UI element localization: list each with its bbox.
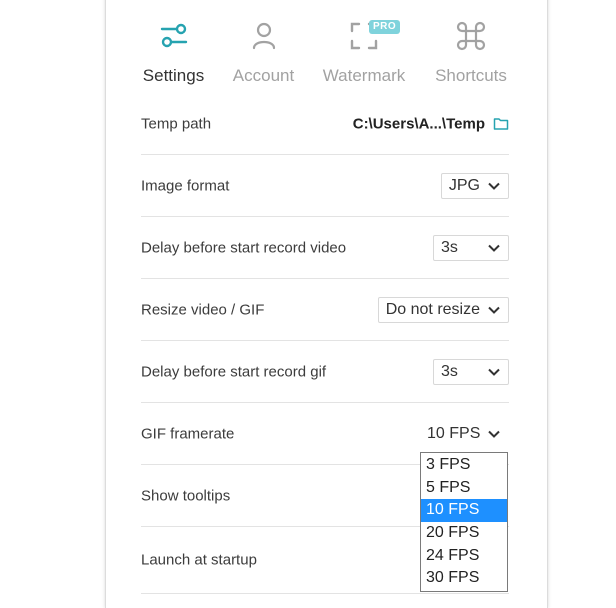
pro-badge: PRO [369, 20, 401, 34]
resize-label: Resize video / GIF [141, 301, 265, 318]
folder-icon[interactable] [493, 117, 509, 131]
temp-path-value-group: C:\Users\A...\Temp [353, 115, 509, 132]
gif-framerate-select[interactable]: 10 FPS [421, 420, 509, 447]
row-temp-path: Temp path C:\Users\A...\Temp [141, 93, 509, 155]
image-format-value-group: JPG [440, 172, 509, 199]
gif-framerate-label: GIF framerate [141, 425, 235, 442]
chevron-down-icon [488, 430, 500, 438]
image-format-value: JPG [448, 176, 480, 194]
row-delay-gif: Delay before start record gif 3s [141, 341, 509, 403]
gif-framerate-value: 10 FPS [427, 424, 481, 442]
tab-watermark[interactable]: PRO Watermark [313, 10, 415, 85]
temp-path-label: Temp path [141, 115, 212, 132]
framerate-option-10[interactable]: 10 FPS [421, 499, 507, 523]
delay-gif-select[interactable]: 3s [433, 358, 509, 385]
framerate-option-24[interactable]: 24 FPS [421, 545, 507, 568]
settings-tabs: Settings Account PRO Watermark Shortcuts [106, 0, 547, 86]
row-delay-video: Delay before start record video 3s [141, 217, 509, 279]
tab-account-label: Account [232, 66, 295, 85]
chevron-down-icon [488, 182, 500, 190]
chevron-down-icon [488, 306, 500, 314]
sliders-icon [160, 23, 187, 48]
delay-gif-value-group: 3s [433, 358, 509, 385]
image-format-label: Image format [141, 177, 230, 194]
resize-value-group: Do not resize [377, 296, 509, 323]
chevron-down-icon [488, 368, 500, 376]
tab-account[interactable]: Account [221, 10, 306, 85]
framerate-dropdown-list: 3 FPS 5 FPS 10 FPS 20 FPS 24 FPS 30 FPS [420, 452, 508, 592]
framerate-option-20[interactable]: 20 FPS [421, 522, 507, 545]
user-icon [252, 22, 275, 50]
delay-video-value: 3s [441, 238, 458, 256]
framerate-option-30[interactable]: 30 FPS [421, 567, 507, 590]
command-key-icon [456, 21, 486, 51]
resize-select[interactable]: Do not resize [377, 296, 509, 323]
gif-framerate-value-group: 10 FPS [421, 420, 509, 447]
tab-shortcuts-label: Shortcuts [435, 66, 507, 85]
row-image-format: Image format JPG [141, 155, 509, 217]
show-tooltips-label: Show tooltips [141, 487, 231, 504]
framerate-option-3[interactable]: 3 FPS [421, 454, 507, 477]
launch-startup-label: Launch at startup [141, 551, 257, 569]
delay-gif-value: 3s [441, 362, 458, 380]
tab-settings-label: Settings [142, 66, 205, 85]
framerate-option-5[interactable]: 5 FPS [421, 477, 507, 500]
row-resize: Resize video / GIF Do not resize [141, 279, 509, 341]
delay-video-select[interactable]: 3s [433, 234, 509, 261]
tab-shortcuts[interactable]: Shortcuts [427, 10, 515, 85]
resize-value: Do not resize [385, 300, 480, 318]
delay-gif-label: Delay before start record gif [141, 363, 327, 380]
tab-watermark-label: Watermark [322, 66, 406, 85]
temp-path-value: C:\Users\A...\Temp [352, 115, 485, 132]
image-format-select[interactable]: JPG [440, 172, 509, 199]
delay-video-label: Delay before start record video [141, 239, 347, 256]
chevron-down-icon [488, 244, 500, 252]
tab-settings[interactable]: Settings [126, 10, 221, 85]
delay-video-value-group: 3s [433, 234, 509, 261]
